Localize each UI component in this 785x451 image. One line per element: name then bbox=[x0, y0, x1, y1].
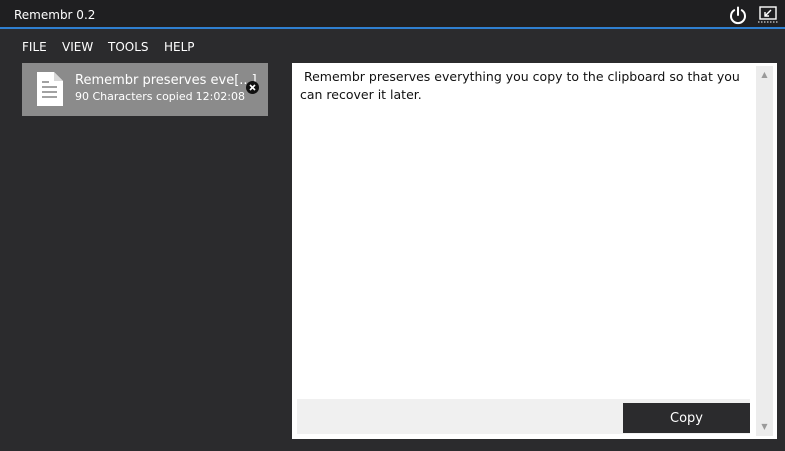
clipboard-item-title: Remembr preserves eve[...] bbox=[75, 73, 257, 88]
clipboard-item-chars: 90 Characters copied bbox=[75, 90, 193, 103]
power-button[interactable] bbox=[727, 4, 749, 26]
window-title: Remembr 0.2 bbox=[14, 8, 96, 22]
menu-tools[interactable]: TOOLS bbox=[108, 40, 149, 54]
title-bar: Remembr 0.2 bbox=[0, 0, 785, 29]
menu-file[interactable]: FILE bbox=[22, 40, 47, 54]
menu-help[interactable]: HELP bbox=[164, 40, 195, 54]
clipboard-item-meta: 90 Characters copied 12:02:08 bbox=[75, 90, 245, 103]
menu-bar: FILE VIEW TOOLS HELP bbox=[0, 29, 785, 61]
vertical-scrollbar[interactable]: ▲ ▼ bbox=[756, 66, 773, 436]
clipboard-item[interactable]: Remembr preserves eve[...] 90 Characters… bbox=[22, 63, 268, 116]
document-icon bbox=[37, 72, 63, 106]
power-icon bbox=[730, 6, 746, 24]
clipboard-item-time: 12:02:08 bbox=[195, 90, 246, 103]
copy-button[interactable]: Copy bbox=[623, 403, 750, 433]
clipboard-history-list: Remembr preserves eve[...] 90 Characters… bbox=[22, 63, 268, 439]
action-bar: Copy bbox=[297, 399, 750, 434]
clip-content-text[interactable]: Remembr preserves everything you copy to… bbox=[300, 68, 745, 104]
scroll-up-icon[interactable]: ▲ bbox=[759, 69, 770, 80]
menu-view[interactable]: VIEW bbox=[62, 40, 93, 54]
scroll-down-icon[interactable]: ▼ bbox=[759, 421, 770, 432]
close-icon bbox=[249, 84, 256, 91]
minimize-to-tray-icon bbox=[758, 6, 778, 23]
clip-detail-panel: Remembr preserves everything you copy to… bbox=[292, 63, 777, 439]
remove-item-button[interactable] bbox=[246, 81, 259, 94]
minimize-to-tray-button[interactable] bbox=[757, 4, 779, 26]
